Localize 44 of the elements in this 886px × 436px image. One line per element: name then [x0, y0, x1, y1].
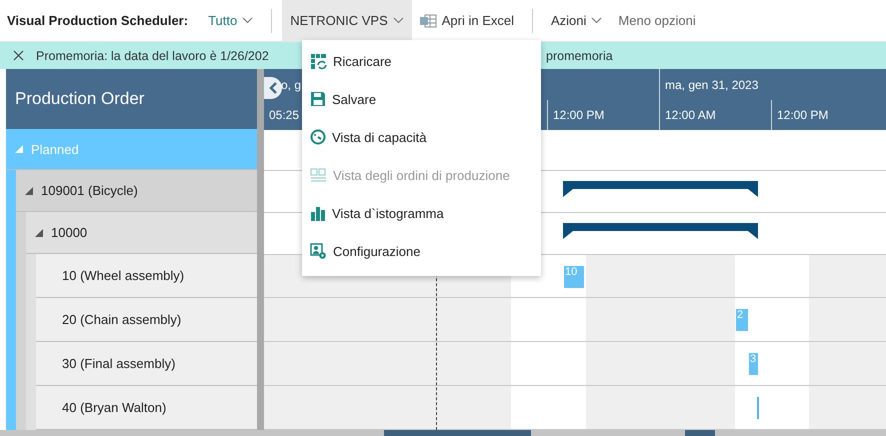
- banner-link[interactable]: promemoria: [546, 48, 886, 62]
- reload-icon: [310, 52, 327, 70]
- bar-chart-icon: [310, 206, 326, 220]
- tree-item-label: 10 (Wheel assembly): [62, 268, 184, 283]
- menu-item[interactable]: Vista d`istogramma: [302, 194, 541, 232]
- scroll-thumb[interactable]: [384, 430, 531, 436]
- timeline-marker: [685, 430, 715, 436]
- menu-item[interactable]: Configurazione: [302, 232, 541, 270]
- chevron-left-icon: [268, 82, 278, 94]
- summary-bar[interactable]: [563, 222, 758, 239]
- page-title: Visual Production Scheduler:: [7, 13, 188, 28]
- menu-item[interactable]: Ricaricare: [302, 42, 541, 80]
- tree-item-label: 10000: [51, 225, 88, 240]
- tree-item-label: Planned: [31, 142, 79, 156]
- scrollbar[interactable]: [0, 430, 886, 436]
- time-label: 05:25: [269, 108, 300, 122]
- previous-button[interactable]: [264, 77, 282, 99]
- filter-dropdown[interactable]: Tutto: [200, 0, 262, 41]
- save-icon: [310, 91, 326, 107]
- excel-button[interactable]: Apri in Excel: [412, 0, 522, 41]
- tree-item-label: 20 (Chain assembly): [62, 312, 182, 327]
- column-header: Production Order: [6, 69, 257, 129]
- close-icon[interactable]: [12, 50, 24, 61]
- time-label: 12:00 PM: [777, 108, 828, 122]
- collapse-icon[interactable]: [35, 228, 43, 236]
- menu-item[interactable]: Salvare: [302, 80, 541, 118]
- gauge-icon: [310, 129, 326, 145]
- spreadsheet-icon: [420, 14, 437, 28]
- time-label: 12:00 AM: [665, 108, 716, 122]
- banner-text: Promemoria: la data del lavoro è 1/26/202: [36, 48, 270, 62]
- menu-item[interactable]: Vista di capacità: [302, 118, 541, 156]
- menu-button[interactable]: NETRONIC VPS: [282, 0, 412, 41]
- settings-icon: [310, 242, 327, 260]
- tree-item-label: 109001 (Bicycle): [41, 183, 138, 198]
- date-label: o, g: [281, 78, 302, 92]
- toolbar-button[interactable]: Meno opzioni: [610, 0, 704, 41]
- collapse-icon[interactable]: [25, 186, 33, 194]
- time-label: 12:00 PM: [553, 108, 604, 122]
- tree-item-label: 30 (Final assembly): [62, 356, 176, 371]
- tree-item-label: 40 (Bryan Walton): [62, 400, 166, 415]
- summary-bar[interactable]: [563, 180, 758, 197]
- menu-button[interactable]: Azioni: [543, 0, 610, 41]
- grid-icon: [310, 168, 327, 182]
- date-label: ma, gen 31, 2023: [665, 78, 758, 92]
